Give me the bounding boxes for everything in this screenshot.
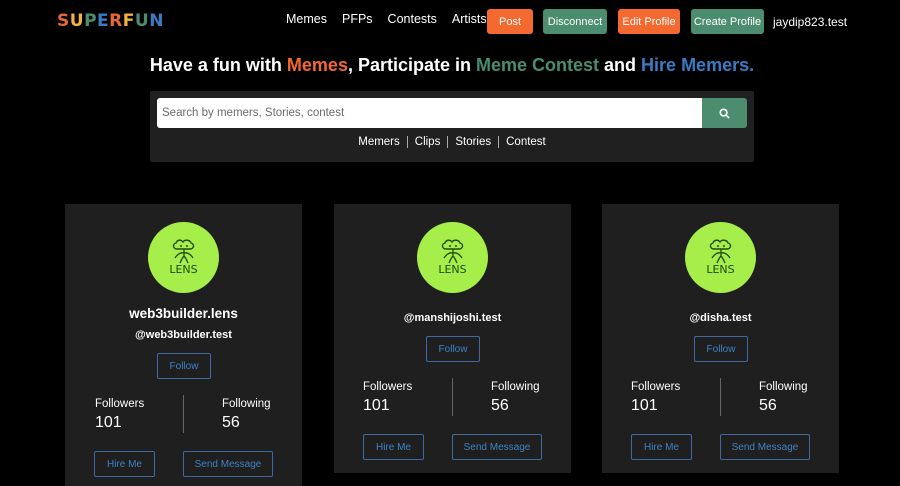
filter-memers[interactable]: Memers <box>351 136 407 148</box>
stats-divider <box>452 378 453 416</box>
avatar[interactable]: LENS <box>685 222 756 293</box>
avatar-label: LENS <box>438 263 467 276</box>
headline-text: , Participate in <box>347 55 476 75</box>
follow-button[interactable]: Follow <box>157 353 211 379</box>
logo-letter: P <box>84 11 98 31</box>
profile-handle: @web3builder.test <box>135 329 232 341</box>
navbar: SUPERFUN Memes PFPs Contests Artists Pos… <box>0 0 900 42</box>
logo-letter: S <box>57 11 70 31</box>
profile-handle: @manshijoshi.test <box>403 312 502 324</box>
search-input[interactable] <box>157 98 702 128</box>
following-label: Following <box>222 398 271 410</box>
post-button[interactable]: Post <box>487 9 533 34</box>
superfun-logo[interactable]: SUPERFUN <box>57 11 164 31</box>
logo-letter: U <box>69 11 85 31</box>
edit-profile-button[interactable]: Edit Profile <box>618 9 680 34</box>
lens-plant-icon <box>441 239 463 264</box>
headline-contest: Meme Contest <box>476 55 600 75</box>
following-label: Following <box>491 381 540 393</box>
current-username[interactable]: jaydip823.test <box>773 15 847 29</box>
lens-plant-icon <box>709 239 731 264</box>
followers-label: Followers <box>363 381 413 393</box>
send-message-button[interactable]: Send Message <box>452 434 542 460</box>
nav-link-contests[interactable]: Contests <box>388 12 437 26</box>
profile-card: LENS @disha.test Follow Followers 101 Fo… <box>602 204 839 473</box>
profile-name: web3builder.lens <box>129 306 238 321</box>
filter-clips[interactable]: Clips <box>406 136 448 148</box>
headline-text: Have a fun with <box>149 55 287 75</box>
nav-link-memes[interactable]: Memes <box>286 12 327 26</box>
nav-link-pfps[interactable]: PFPs <box>342 12 373 26</box>
logo-letter: U <box>134 11 150 31</box>
hero-headline: Have a fun with Memes, Participate in Me… <box>0 55 900 76</box>
logo-letter: F <box>122 11 135 31</box>
search-filters: Memers Clips Stories Contest <box>150 136 754 148</box>
logo-letter: N <box>149 11 164 31</box>
following-count: 56 <box>491 397 509 414</box>
following-label: Following <box>759 381 808 393</box>
avatar-label: LENS <box>169 263 198 276</box>
hire-me-button[interactable]: Hire Me <box>363 434 424 460</box>
headline-memes: Memes <box>286 55 348 75</box>
followers-count: 101 <box>631 397 658 414</box>
search-panel: Memers Clips Stories Contest <box>150 91 754 162</box>
avatar[interactable]: LENS <box>148 222 219 293</box>
following-count: 56 <box>222 414 240 431</box>
follow-button[interactable]: Follow <box>426 336 480 362</box>
filter-stories[interactable]: Stories <box>447 136 498 148</box>
stats-divider <box>720 378 721 416</box>
stats-divider <box>183 395 184 433</box>
hire-me-button[interactable]: Hire Me <box>631 434 692 460</box>
logo-letter: R <box>109 11 123 31</box>
nav-links: Memes PFPs Contests Artists <box>286 12 502 26</box>
logo-letter: E <box>97 11 110 31</box>
avatar-label: LENS <box>706 263 735 276</box>
headline-hire: Hire Memers. <box>641 55 755 75</box>
profile-card: LENS @manshijoshi.test Follow Followers … <box>334 204 571 473</box>
avatar[interactable]: LENS <box>417 222 488 293</box>
search-button[interactable] <box>702 98 747 128</box>
followers-count: 101 <box>95 414 122 431</box>
headline-text: and <box>599 55 642 75</box>
filter-contest[interactable]: Contest <box>498 136 553 148</box>
nav-link-artists[interactable]: Artists <box>452 12 487 26</box>
followers-label: Followers <box>631 381 681 393</box>
create-profile-button[interactable]: Create Profile <box>691 9 764 34</box>
profile-handle: @disha.test <box>689 312 752 324</box>
send-message-button[interactable]: Send Message <box>720 434 810 460</box>
hire-me-button[interactable]: Hire Me <box>94 451 155 477</box>
search-icon <box>719 107 730 119</box>
follow-button[interactable]: Follow <box>694 336 748 362</box>
send-message-button[interactable]: Send Message <box>183 451 273 477</box>
followers-count: 101 <box>363 397 390 414</box>
followers-label: Followers <box>95 398 145 410</box>
profile-card: LENS web3builder.lens @web3builder.test … <box>65 204 302 486</box>
disconnect-button[interactable]: Disconnect <box>543 9 607 34</box>
following-count: 56 <box>759 397 777 414</box>
lens-plant-icon <box>172 239 194 264</box>
